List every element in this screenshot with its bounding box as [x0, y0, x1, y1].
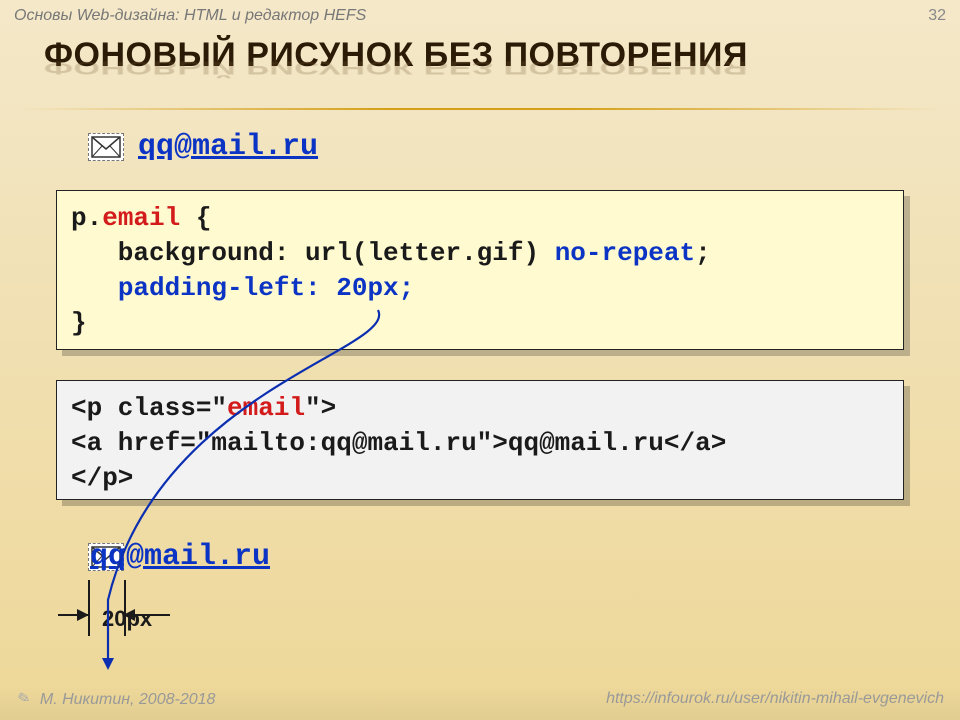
content: qq@mail.ru p.email { background: url(let…	[48, 120, 912, 670]
page-number: 32	[928, 7, 946, 25]
code-text: padding-left: 20px;	[118, 273, 414, 303]
code-text: }	[71, 308, 87, 338]
email-link-bottom[interactable]: qq@mail.ru	[90, 540, 270, 574]
footer-url: https://infourok.ru/user/nikitin-mihail-…	[606, 690, 944, 708]
code-text: background: url(letter.gif)	[71, 238, 555, 268]
code-text: email	[227, 393, 305, 423]
divider	[20, 108, 940, 110]
top-bar: Основы Web-дизайна: HTML и редактор HEFS…	[0, 0, 960, 28]
code-text: p.	[71, 203, 102, 233]
code-text: no-repeat	[555, 238, 695, 268]
code-text: <a href="mailto:qq@mail.ru">qq@mail.ru</…	[71, 428, 726, 458]
slide: Основы Web-дизайна: HTML и редактор HEFS…	[0, 0, 960, 720]
code-text: email	[102, 203, 180, 233]
email-example-bottom: qq@mail.ru	[88, 540, 270, 574]
email-link-top[interactable]: qq@mail.ru	[128, 130, 318, 164]
slide-title-shadow: ФОНОВЫЙ РИСУНОК БЕЗ ПОВТОРЕНИЯ	[44, 57, 940, 78]
html-code-block: <p class="email"> <a href="mailto:qq@mai…	[56, 380, 904, 500]
pencil-icon: ✎	[13, 687, 32, 710]
course-subtitle: Основы Web-дизайна: HTML и редактор HEFS	[14, 7, 366, 25]
dimension-line	[88, 580, 90, 636]
footer-author: ✎ М. Никитин, 2008-2018	[16, 689, 215, 709]
code-text: </p>	[71, 463, 133, 493]
email-example-top: qq@mail.ru	[88, 130, 318, 164]
footer: ✎ М. Никитин, 2008-2018 https://infourok…	[0, 684, 960, 720]
code-text: {	[180, 203, 211, 233]
code-text: <p class="	[71, 393, 227, 423]
title-wrap: ФОНОВЫЙ РИСУНОК БЕЗ ПОВТОРЕНИЯ ФОНОВЫЙ Р…	[44, 36, 940, 75]
dimension-label: 20px	[102, 606, 152, 632]
footer-author-text: М. Никитин, 2008-2018	[40, 691, 216, 708]
arrow-left-icon	[58, 614, 88, 616]
css-code-block: p.email { background: url(letter.gif) no…	[56, 190, 904, 350]
letter-icon	[88, 133, 124, 161]
code-text: ">	[305, 393, 336, 423]
code-text	[71, 273, 118, 303]
code-text: ;	[695, 238, 711, 268]
